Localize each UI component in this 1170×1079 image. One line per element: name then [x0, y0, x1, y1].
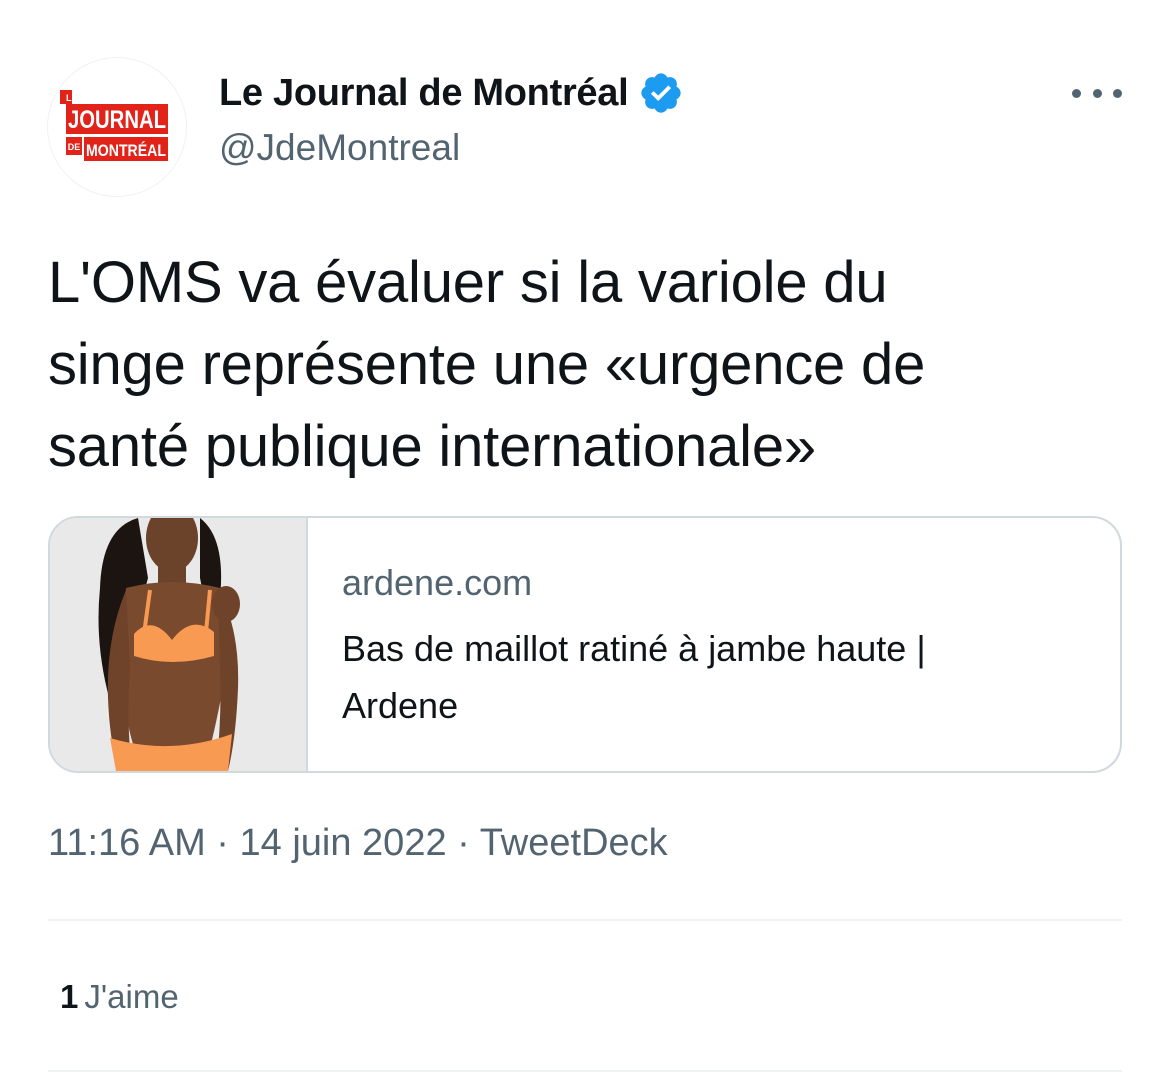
tweet-text: L'OMS va évaluer si la variole du singe … [48, 242, 1128, 488]
tweet-time[interactable]: 11:16 AM [48, 822, 206, 864]
likes-label: J'aime [84, 978, 179, 1015]
logo-main-text: JOURNAL [68, 106, 166, 134]
logo-bottom-text: MONTRÉAL [86, 141, 166, 160]
logo-small-top-text: LE [66, 93, 78, 103]
tweet-text-line: singe représente une «urgence de [48, 332, 926, 397]
verified-badge-icon [641, 73, 682, 113]
tweet-date[interactable]: 14 juin 2022 [240, 822, 447, 864]
journal-de-montreal-logo: LE JOURNAL DE MONTRÉAL [60, 90, 168, 161]
avatar[interactable]: LE JOURNAL DE MONTRÉAL [48, 58, 186, 196]
display-name[interactable]: Le Journal de Montréal [219, 68, 684, 118]
tweet-source[interactable]: TweetDeck [480, 822, 668, 864]
card-title-line: Bas de maillot ratiné à jambe haute | [342, 628, 926, 669]
divider [48, 1070, 1122, 1072]
tweet-text-line: santé publique internationale» [48, 414, 816, 479]
card-title-line: Ardene [342, 685, 459, 726]
likes-stat[interactable]: 1 J'aime [60, 978, 179, 1016]
meta-separator: · [216, 822, 229, 864]
card-thumbnail-image[interactable] [50, 518, 308, 771]
meta-separator: · [457, 822, 470, 864]
tweet-meta: 11:16 AM · 14 juin 2022 · TweetDeck [48, 822, 668, 865]
link-preview-card[interactable]: ardene.com Bas de maillot ratiné à jambe… [48, 516, 1122, 773]
divider [48, 919, 1122, 921]
card-body[interactable]: ardene.com Bas de maillot ratiné à jambe… [308, 518, 1092, 771]
author-handle[interactable]: @JdeMontreal [219, 127, 460, 169]
card-title: Bas de maillot ratiné à jambe haute | Ar… [342, 620, 1062, 734]
likes-count: 1 [60, 978, 79, 1015]
logo-small-bottom-text: DE [68, 142, 81, 152]
more-options-icon[interactable] [1072, 76, 1122, 110]
display-name-text[interactable]: Le Journal de Montréal [219, 72, 629, 115]
card-domain: ardene.com [342, 562, 533, 603]
tweet-text-line: L'OMS va évaluer si la variole du [48, 250, 888, 315]
